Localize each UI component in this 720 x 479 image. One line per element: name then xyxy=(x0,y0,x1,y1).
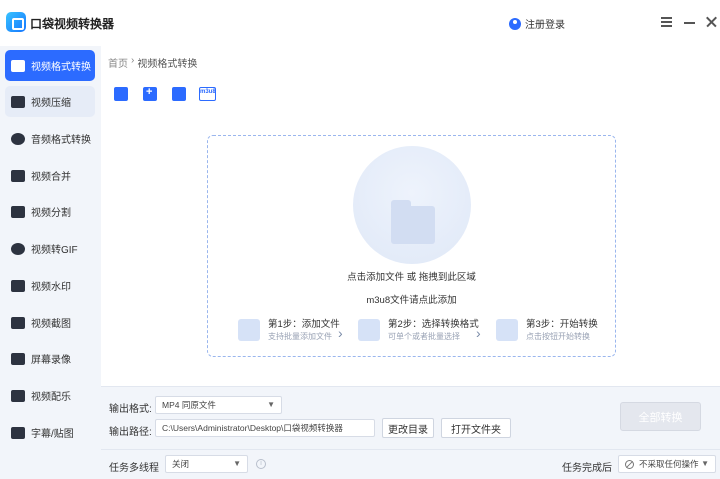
sidebar: 视频格式转换 视频压缩 音频格式转换 视频合并 视频分割 视频转GIF 视频水印… xyxy=(0,46,101,479)
m3u8-icon[interactable]: m3u8 xyxy=(199,87,216,101)
ban-icon xyxy=(625,460,634,469)
breadcrumb-separator: › xyxy=(131,55,135,66)
add-file-icon[interactable] xyxy=(114,87,128,101)
app-logo-icon xyxy=(6,12,26,32)
after-task-select[interactable]: 不采取任何操作 ▼ xyxy=(618,455,716,473)
video-compress-icon xyxy=(11,95,25,108)
step-arrow-icon: › xyxy=(338,325,343,341)
info-icon[interactable]: i xyxy=(256,459,266,469)
screenshot-icon xyxy=(11,316,25,329)
multithread-select[interactable]: 关闭 ▼ xyxy=(165,455,248,473)
watermark-icon xyxy=(11,279,25,292)
sidebar-item-screen-record[interactable]: 屏幕录像 xyxy=(5,343,95,374)
add-folder-icon[interactable] xyxy=(143,86,157,101)
sidebar-item-label: 视频配乐 xyxy=(31,392,71,403)
multithread-value: 关闭 xyxy=(172,459,190,469)
sidebar-item-label: 视频分割 xyxy=(31,208,71,219)
sidebar-item-video-watermark[interactable]: 视频水印 xyxy=(5,270,95,301)
sidebar-item-label: 视频合并 xyxy=(31,172,71,183)
step-subtitle: 可单个或者批量选择 xyxy=(388,332,460,341)
sidebar-item-label: 视频水印 xyxy=(31,282,71,293)
step-arrow-icon: › xyxy=(476,325,481,341)
after-task-label: 任务完成后 xyxy=(562,463,612,474)
sidebar-item-audio-convert[interactable]: 音频格式转换 xyxy=(5,123,95,154)
step-1: 第1步：添加文件 支持批量添加文件 xyxy=(238,319,340,343)
format-step-icon xyxy=(358,319,380,341)
sidebar-item-label: 屏幕录像 xyxy=(31,355,71,366)
chevron-down-icon: ▼ xyxy=(267,400,275,409)
drop-hint: 点击添加文件 或 拖拽到此区域 xyxy=(347,272,476,283)
sidebar-item-subtitle[interactable]: 字幕/贴图 xyxy=(5,417,95,448)
breadcrumb-home[interactable]: 首页 xyxy=(108,55,128,70)
subtitle-icon xyxy=(11,426,25,439)
sidebar-item-video-music[interactable]: 视频配乐 xyxy=(5,380,95,411)
gif-icon xyxy=(11,242,25,255)
multithread-label: 任务多线程 xyxy=(109,463,159,474)
login-label: 注册登录 xyxy=(525,20,565,31)
chevron-down-icon: ▼ xyxy=(233,459,241,468)
change-dir-button[interactable]: 更改目录 xyxy=(382,418,434,438)
close-icon[interactable] xyxy=(704,14,720,30)
output-format-value: MP4 同原文件 xyxy=(162,400,216,410)
video-split-icon xyxy=(11,205,25,218)
chevron-down-icon: ▼ xyxy=(701,459,709,468)
open-folder-button[interactable]: 打开文件夹 xyxy=(441,418,511,438)
sidebar-item-video-convert[interactable]: 视频格式转换 xyxy=(5,50,95,81)
audio-convert-icon xyxy=(11,132,25,145)
sidebar-item-video-gif[interactable]: 视频转GIF xyxy=(5,233,95,264)
sidebar-item-video-screenshot[interactable]: 视频截图 xyxy=(5,307,95,338)
sidebar-item-video-compress[interactable]: 视频压缩 xyxy=(5,86,95,117)
title-bar: 口袋视频转换器 注册登录 xyxy=(0,0,720,46)
sidebar-item-label: 视频格式转换 xyxy=(31,62,91,73)
login-button[interactable]: 注册登录 xyxy=(509,16,565,31)
music-icon xyxy=(11,389,25,402)
sidebar-item-label: 音频格式转换 xyxy=(31,135,91,146)
batch-add-icon[interactable] xyxy=(172,87,186,101)
sidebar-item-label: 视频截图 xyxy=(31,319,71,330)
output-format-select[interactable]: MP4 同原文件 ▼ xyxy=(155,396,282,414)
file-drop-zone[interactable]: 点击添加文件 或 拖拽到此区域 m3u8文件请点此添加 第1步：添加文件 支持批… xyxy=(207,135,616,357)
video-merge-icon xyxy=(11,169,25,182)
sidebar-item-video-split[interactable]: 视频分割 xyxy=(5,196,95,227)
user-icon xyxy=(509,17,521,30)
drop-illustration xyxy=(353,146,471,264)
sidebar-item-label: 视频转GIF xyxy=(31,245,78,256)
breadcrumb: 首页 › 视频格式转换 xyxy=(108,55,197,70)
step-title: 第3步：开始转换 xyxy=(526,319,598,330)
step-subtitle: 点击按钮开始转换 xyxy=(526,332,590,341)
sidebar-item-video-merge[interactable]: 视频合并 xyxy=(5,160,95,191)
step-subtitle: 支持批量添加文件 xyxy=(268,332,332,341)
menu-icon[interactable] xyxy=(659,14,675,30)
output-path-label: 输出路径: xyxy=(109,427,152,438)
output-path-field[interactable]: C:\Users\Administrator\Desktop\口袋视频转换器 xyxy=(155,419,375,437)
step-title: 第1步：添加文件 xyxy=(268,319,340,330)
screen-record-icon xyxy=(11,352,25,365)
video-convert-icon xyxy=(11,59,25,72)
step-2: 第2步：选择转换格式 可单个或者批量选择 xyxy=(358,319,479,343)
m3u8-add-link[interactable]: m3u8文件请点此添加 xyxy=(208,292,615,306)
convert-step-icon xyxy=(496,319,518,341)
after-task-value: 不采取任何操作 xyxy=(639,459,699,469)
app-title: 口袋视频转换器 xyxy=(30,17,115,31)
divider xyxy=(101,449,720,450)
output-format-label: 输出格式: xyxy=(109,404,152,415)
sidebar-item-label: 视频压缩 xyxy=(31,98,71,109)
step-title: 第2步：选择转换格式 xyxy=(388,319,479,330)
folder-icon xyxy=(391,200,435,244)
breadcrumb-current: 视频格式转换 xyxy=(137,59,198,70)
sidebar-item-label: 字幕/贴图 xyxy=(31,429,74,440)
step-3: 第3步：开始转换 点击按钮开始转换 xyxy=(496,319,598,343)
convert-all-button[interactable]: 全部转换 xyxy=(620,402,701,431)
add-file-step-icon xyxy=(238,319,260,341)
minimize-icon[interactable] xyxy=(682,14,698,30)
